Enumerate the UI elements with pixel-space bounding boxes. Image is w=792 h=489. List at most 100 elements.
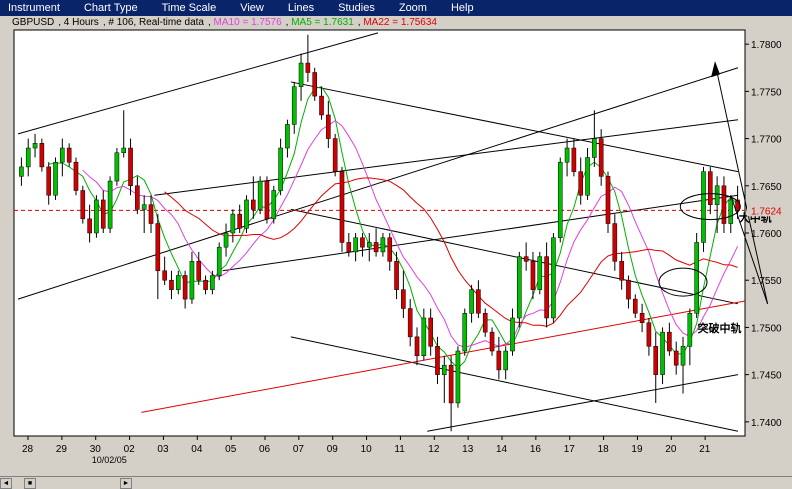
candle-down xyxy=(571,147,577,172)
candle-down xyxy=(203,279,208,290)
candle-down xyxy=(148,204,154,224)
candle-down xyxy=(523,256,529,262)
candle-down xyxy=(612,223,618,262)
candle-up xyxy=(94,199,99,234)
candle-up xyxy=(557,161,563,238)
candle-down xyxy=(264,180,270,220)
menu-time-scale[interactable]: Time Scale xyxy=(162,2,217,14)
candle-down xyxy=(155,223,161,272)
candle-down xyxy=(128,147,133,187)
candle-down xyxy=(530,261,536,290)
candle-up xyxy=(291,86,297,125)
candle-down xyxy=(373,242,379,253)
candle-up xyxy=(175,275,181,290)
scroll-thumb[interactable]: ■ xyxy=(24,478,36,489)
candle-down xyxy=(312,72,317,97)
menu-studies[interactable]: Studies xyxy=(338,2,375,14)
candle-down xyxy=(387,237,393,262)
candle-down xyxy=(401,289,406,309)
period-label: , 4 Hours xyxy=(58,17,99,28)
ma10-label: MA10 = 1.7576 xyxy=(213,17,282,28)
candle-down xyxy=(39,143,45,168)
x-tick-label: 18 xyxy=(598,444,610,455)
x-tick-label: 04 xyxy=(191,444,203,455)
x-tick-label: 16 xyxy=(530,444,542,455)
candle-down xyxy=(46,166,51,196)
candle-up xyxy=(585,157,590,196)
candle-up xyxy=(107,180,113,229)
y-tick-label: 1.7400 xyxy=(751,418,782,429)
candle-up xyxy=(469,289,474,314)
menu-help[interactable]: Help xyxy=(451,2,474,14)
candle-down xyxy=(708,171,713,205)
candle-up xyxy=(210,275,215,290)
candle-up xyxy=(60,147,65,163)
candle-up xyxy=(687,313,693,347)
y-tick-label: 1.7750 xyxy=(751,87,782,98)
candle-down xyxy=(414,336,420,356)
menu-chart-type[interactable]: Chart Type xyxy=(84,2,138,14)
bars-label: , # 106, Real-time data xyxy=(102,17,204,28)
candle-up xyxy=(694,242,699,314)
y-tick-label: 1.7800 xyxy=(751,40,782,51)
candle-down xyxy=(407,308,413,338)
candle-up xyxy=(19,166,24,177)
menu-lines[interactable]: Lines xyxy=(288,2,314,14)
candle-up xyxy=(517,256,522,319)
candle-up xyxy=(257,180,263,210)
candle-down xyxy=(626,279,631,300)
candle-up xyxy=(728,199,734,224)
x-tick-label: 09 xyxy=(327,444,339,455)
x-tick-label: 19 xyxy=(631,444,643,455)
candle-up xyxy=(660,331,665,375)
candle-down xyxy=(428,317,433,347)
candle-down xyxy=(162,270,167,281)
x-tick-label: 30 xyxy=(90,444,102,455)
candle-down xyxy=(135,185,140,210)
candle-down xyxy=(360,237,365,248)
y-tick-label: 1.7600 xyxy=(751,229,782,240)
menu-view[interactable]: View xyxy=(240,2,264,14)
candle-up xyxy=(701,171,706,243)
current-price-label: 1.7624 xyxy=(751,206,782,217)
candle-up xyxy=(442,364,447,375)
candle-down xyxy=(598,138,604,177)
candle-down xyxy=(482,313,488,333)
candle-down xyxy=(339,171,345,243)
candle-down xyxy=(578,171,584,196)
candle-down xyxy=(169,279,174,290)
menu-zoom[interactable]: Zoom xyxy=(399,2,427,14)
candle-down xyxy=(476,289,481,314)
x-date-label: 10/02/05 xyxy=(92,455,127,465)
y-tick-label: 1.7550 xyxy=(751,276,782,287)
candle-up xyxy=(564,147,570,163)
candle-down xyxy=(544,256,549,319)
candle-up xyxy=(271,190,277,220)
candle-up xyxy=(121,147,127,153)
horizontal-scrollbar[interactable]: ◄ ■ ► xyxy=(0,476,792,489)
candle-down xyxy=(66,147,72,163)
candle-down xyxy=(646,322,652,347)
x-tick-label: 10 xyxy=(361,444,373,455)
candle-up xyxy=(551,237,556,319)
candle-down xyxy=(653,346,659,375)
menu-instrument[interactable]: Instrument xyxy=(8,2,60,14)
candle-up xyxy=(503,350,508,371)
candle-down xyxy=(619,261,624,281)
symbol-label: GBPUSD xyxy=(12,17,55,28)
candle-down xyxy=(673,350,679,366)
candle-up xyxy=(32,143,38,149)
candle-down xyxy=(632,298,638,314)
annotation-lower: 突破中轨 xyxy=(697,321,741,335)
price-chart[interactable]: 大中轨突破中轨1.74001.74501.75001.75501.76001.7… xyxy=(0,16,792,476)
candle-up xyxy=(680,346,686,366)
candle-down xyxy=(196,261,202,281)
scroll-left-icon[interactable]: ◄ xyxy=(0,478,12,489)
chart-info: GBPUSD, 4 Hours, # 106, Real-time data, … xyxy=(12,17,437,28)
scroll-right-icon[interactable]: ► xyxy=(120,478,132,489)
x-tick-label: 13 xyxy=(462,444,474,455)
chart-area[interactable]: 大中轨 突破中轨 1.7400 1.7450 1.7500 1.7550 1.7600 1.7… xyxy=(0,16,792,488)
candle-up xyxy=(353,237,358,253)
x-tick-label: 17 xyxy=(564,444,576,455)
candle-up xyxy=(462,313,468,352)
